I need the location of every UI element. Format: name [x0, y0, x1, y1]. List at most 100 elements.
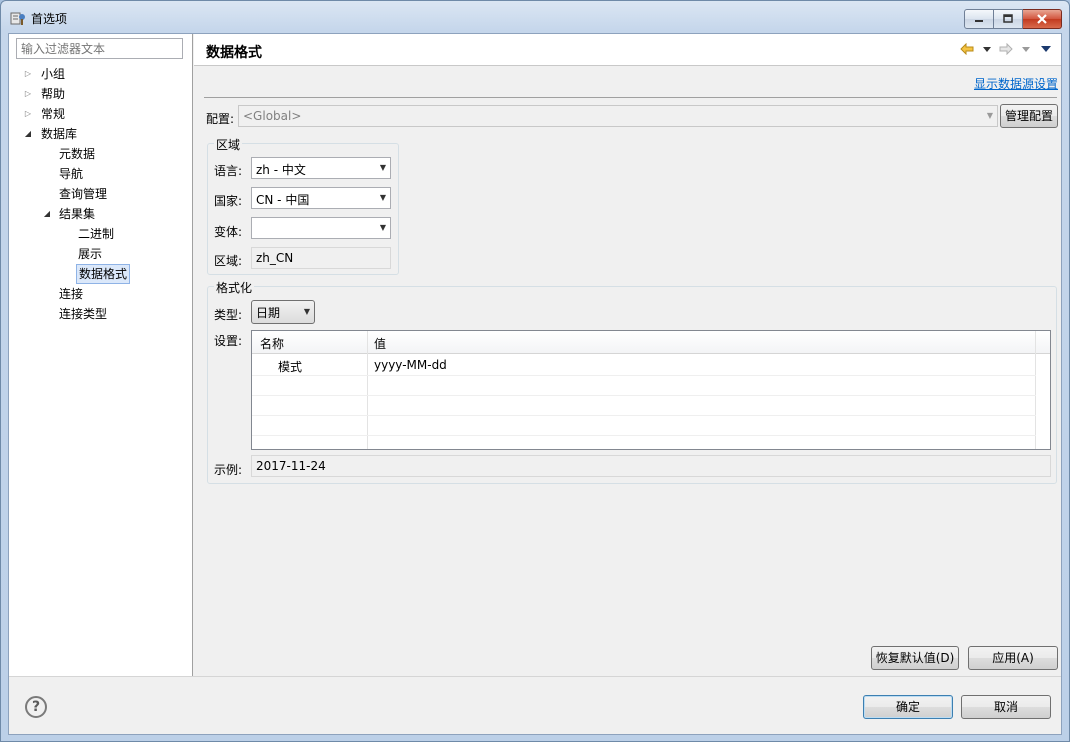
expand-arrow-icon[interactable]: ▷	[23, 84, 33, 104]
dropdown-arrow-icon: ▼	[303, 307, 310, 316]
row-divider	[252, 395, 1036, 396]
manage-config-button[interactable]: 管理配置	[1000, 104, 1058, 128]
expand-arrow-icon[interactable]: ▷	[23, 64, 33, 84]
dropdown-arrow-icon: ▼	[379, 163, 386, 172]
column-header-name[interactable]: 名称	[260, 335, 284, 352]
tree-item-general[interactable]: ▷ 常规	[23, 104, 183, 124]
collapse-arrow-icon[interactable]: ◢	[23, 124, 33, 144]
column-header-value[interactable]: 值	[374, 335, 386, 352]
language-combo-value: zh - 中文	[256, 163, 306, 177]
row-divider	[252, 375, 1036, 376]
tree-item-label: 数据库	[41, 127, 78, 141]
format-group-title: 格式化	[214, 279, 255, 296]
tree-item-query-management[interactable]: 查询管理	[57, 184, 183, 204]
preferences-tree: ▷ 小组 ▷ 帮助 ▷ 常规 ◢ 数据库 元数据 导航 查询管理	[9, 34, 193, 676]
maximize-button[interactable]	[994, 9, 1023, 29]
row-value-cell[interactable]: yyyy-MM-dd	[374, 358, 447, 372]
title-bar: 首选项	[1, 1, 1069, 33]
row-divider	[252, 435, 1036, 436]
config-label: 配置:	[206, 112, 235, 126]
tree-item-label: 小组	[41, 67, 66, 81]
tree-item-resultset[interactable]: ◢ 结果集	[42, 204, 183, 224]
tree-item-label: 二进制	[78, 227, 115, 241]
language-label: 语言:	[214, 164, 243, 178]
tree-item-label: 查询管理	[59, 187, 108, 201]
dropdown-arrow-icon: ▼	[379, 223, 386, 232]
preferences-app-icon	[10, 12, 25, 25]
tree-item-label: 连接类型	[59, 307, 108, 321]
language-combo[interactable]: zh - 中文 ▼	[251, 157, 391, 179]
row-divider	[252, 415, 1036, 416]
tree-item-group[interactable]: ▷ 小组	[23, 64, 183, 84]
region-label: 区域:	[214, 254, 243, 268]
preferences-window: 首选项 ▷ 小组 ▷ 帮助 ▷ 常规	[0, 0, 1070, 742]
tree-item-label: 展示	[78, 247, 103, 261]
type-combo[interactable]: 日期 ▼	[251, 300, 315, 324]
cancel-button[interactable]: 取消	[961, 695, 1051, 719]
tree-item-navigation[interactable]: 导航	[57, 164, 183, 184]
minimize-button[interactable]	[964, 9, 994, 29]
country-label: 国家:	[214, 194, 243, 208]
page-header: 数据格式	[194, 34, 1061, 66]
tree-item-label: 导航	[59, 167, 84, 181]
region-group-title: 区域	[214, 136, 243, 153]
tree-item-label: 数据格式	[76, 264, 131, 284]
maximize-icon	[1003, 14, 1013, 23]
tree-item-label: 结果集	[59, 207, 96, 221]
preference-page: 数据格式 显示数据源设置 配置: <Global> ▼ 管理配置 区域 语言: …	[194, 34, 1061, 676]
dialog-footer: ? 确定 取消	[9, 676, 1061, 734]
back-arrow-icon[interactable]	[960, 43, 974, 55]
filter-input[interactable]	[16, 38, 183, 59]
forward-menu-chevron-icon[interactable]	[1022, 47, 1030, 52]
dropdown-arrow-icon: ▼	[379, 193, 386, 202]
sample-value: 2017-11-24	[251, 455, 1051, 477]
window-title: 首选项	[31, 12, 68, 26]
tree-item-metadata[interactable]: 元数据	[57, 144, 183, 164]
show-datasource-settings-link[interactable]: 显示数据源设置	[974, 75, 1058, 92]
minimize-icon	[975, 20, 983, 22]
expand-arrow-icon[interactable]: ▷	[23, 104, 33, 124]
tree-item-label: 帮助	[41, 87, 66, 101]
dropdown-arrow-icon: ▼	[986, 111, 993, 120]
type-label: 类型:	[214, 308, 243, 322]
sample-label: 示例:	[214, 463, 243, 477]
view-menu-icon[interactable]	[1041, 46, 1051, 52]
restore-defaults-button[interactable]: 恢复默认值(D)	[871, 646, 959, 670]
table-header: 名称 值	[252, 331, 1050, 354]
tree-item-presentation[interactable]: 展示	[76, 244, 183, 264]
region-value: zh_CN	[251, 247, 391, 269]
variant-combo[interactable]: ▼	[251, 217, 391, 239]
separator	[204, 97, 1057, 98]
tree-item-label: 连接	[59, 287, 84, 301]
variant-label: 变体:	[214, 225, 243, 239]
page-title: 数据格式	[206, 45, 262, 61]
table-row[interactable]: 模式 yyyy-MM-dd	[252, 355, 1036, 375]
forward-arrow-icon[interactable]	[999, 43, 1013, 55]
country-combo[interactable]: CN - 中国 ▼	[251, 187, 391, 209]
config-combo[interactable]: <Global> ▼	[238, 105, 998, 127]
country-combo-value: CN - 中国	[256, 193, 310, 207]
close-button[interactable]	[1023, 9, 1062, 29]
collapse-arrow-icon[interactable]: ◢	[42, 204, 52, 224]
apply-button[interactable]: 应用(A)	[968, 646, 1058, 670]
column-divider	[1035, 331, 1036, 449]
ok-button[interactable]: 确定	[863, 695, 953, 719]
config-combo-value: <Global>	[243, 109, 302, 123]
column-divider	[367, 331, 368, 449]
tree-item-help[interactable]: ▷ 帮助	[23, 84, 183, 104]
tree-item-connection[interactable]: 连接	[57, 284, 183, 304]
tree-item-data-format[interactable]: 数据格式	[76, 264, 183, 284]
help-icon[interactable]: ?	[25, 696, 47, 718]
tree-item-label: 元数据	[59, 147, 96, 161]
type-combo-value: 日期	[256, 306, 281, 320]
tree-item-binary[interactable]: 二进制	[76, 224, 183, 244]
dialog-client: ▷ 小组 ▷ 帮助 ▷ 常规 ◢ 数据库 元数据 导航 查询管理	[8, 33, 1062, 735]
back-menu-chevron-icon[interactable]	[983, 47, 991, 52]
close-icon	[1037, 14, 1047, 24]
settings-table[interactable]: 名称 值 模式 yyyy-MM-dd	[251, 330, 1051, 450]
row-name-cell: 模式	[278, 360, 303, 374]
tree-item-label: 常规	[41, 107, 66, 121]
settings-label: 设置:	[214, 334, 243, 348]
tree-item-database[interactable]: ◢ 数据库	[23, 124, 183, 144]
tree-item-connection-types[interactable]: 连接类型	[57, 304, 183, 324]
